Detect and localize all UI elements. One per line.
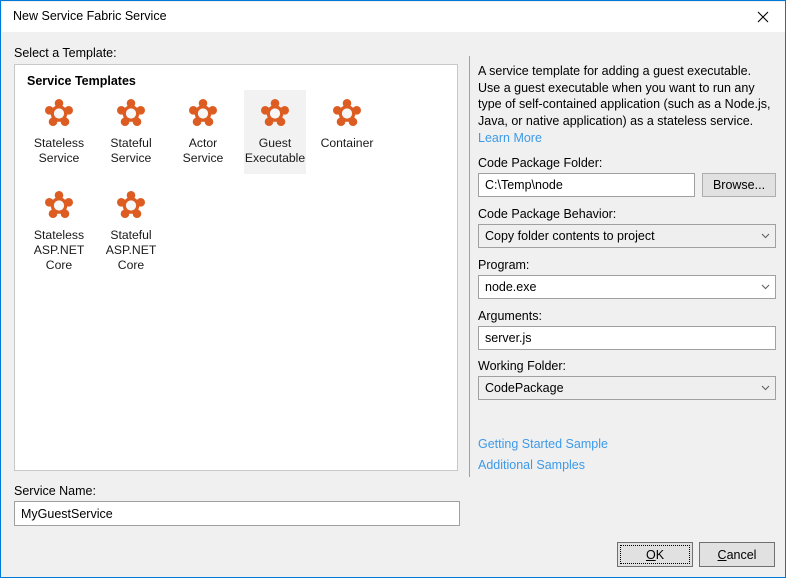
panel-divider [469,56,470,477]
cancel-button-label: Cancel [718,548,757,562]
template-tile-label: Stateless ASP.NET Core [33,228,85,272]
template-tile-label: Container [320,136,374,150]
arguments-label: Arguments: [478,309,542,323]
learn-more-link[interactable]: Learn More [478,131,542,145]
new-service-fabric-service-dialog: New Service Fabric Service Select a Temp… [0,0,786,578]
select-template-label: Select a Template: [14,46,117,60]
service-templates-heading: Service Templates [27,74,136,88]
template-tile[interactable]: Guest Executable [244,90,306,174]
code-package-behavior-dropdown[interactable]: Copy folder contents to project [478,224,776,248]
cancel-accel-letter: C [717,547,727,562]
service-name-label: Service Name: [14,484,96,498]
window-title: New Service Fabric Service [13,9,167,23]
code-package-folder-label: Code Package Folder: [478,156,603,170]
ok-rest-letters: K [655,547,665,562]
service-fabric-icon [186,96,220,130]
template-tile[interactable]: Stateless Service [28,90,90,174]
service-fabric-icon [114,188,148,222]
template-description: A service template for adding a guest ex… [478,64,771,128]
template-detail-pane: A service template for adding a guest ex… [478,63,776,129]
code-package-folder-input[interactable] [478,173,695,197]
service-fabric-icon [330,96,364,130]
getting-started-sample-link[interactable]: Getting Started Sample [478,437,608,451]
template-tile[interactable]: Stateful Service [100,90,162,174]
template-tile-label: Stateful ASP.NET Core [105,228,157,272]
working-folder-label: Working Folder: [478,359,566,373]
template-tile-label: Guest Executable [244,136,306,165]
service-fabric-icon [258,96,292,130]
template-tile[interactable]: Actor Service [172,90,234,174]
template-tile-label: Stateful Service [110,136,152,165]
service-fabric-icon [42,188,76,222]
program-label: Program: [478,258,530,272]
template-tile-list: Stateless Service Stateful Service Actor S… [23,90,453,289]
code-package-behavior-label: Code Package Behavior: [478,207,617,221]
code-package-behavior-value: Copy folder contents to project [485,229,655,243]
ok-button[interactable]: OK [617,542,693,567]
service-name-input[interactable] [14,501,460,526]
chevron-down-icon [755,233,775,239]
service-templates-panel: Service Templates Stateless Service State… [14,64,458,471]
chevron-down-icon [755,385,775,391]
program-dropdown[interactable]: node.exe [478,275,776,299]
template-tile-label: Actor Service [182,136,224,165]
template-tile[interactable]: Stateless ASP.NET Core [28,182,90,281]
service-fabric-icon [42,96,76,130]
ok-button-label: OK [646,548,664,562]
template-tile-label: Stateless Service [33,136,85,165]
working-folder-value: CodePackage [485,381,564,395]
browse-button[interactable]: Browse... [702,173,776,197]
ok-accel-letter: O [645,547,656,562]
additional-samples-link[interactable]: Additional Samples [478,458,585,472]
working-folder-dropdown[interactable]: CodePackage [478,376,776,400]
close-icon[interactable] [740,2,785,32]
program-value: node.exe [485,280,537,294]
service-fabric-icon [114,96,148,130]
chevron-down-icon [755,284,775,290]
template-tile[interactable]: Stateful ASP.NET Core [100,182,162,281]
cancel-rest-letters: ancel [726,547,757,562]
title-bar: New Service Fabric Service [2,2,785,32]
arguments-input[interactable] [478,326,776,350]
close-glyph [757,11,769,23]
template-tile[interactable]: Container [316,90,378,174]
cancel-button[interactable]: Cancel [699,542,775,567]
